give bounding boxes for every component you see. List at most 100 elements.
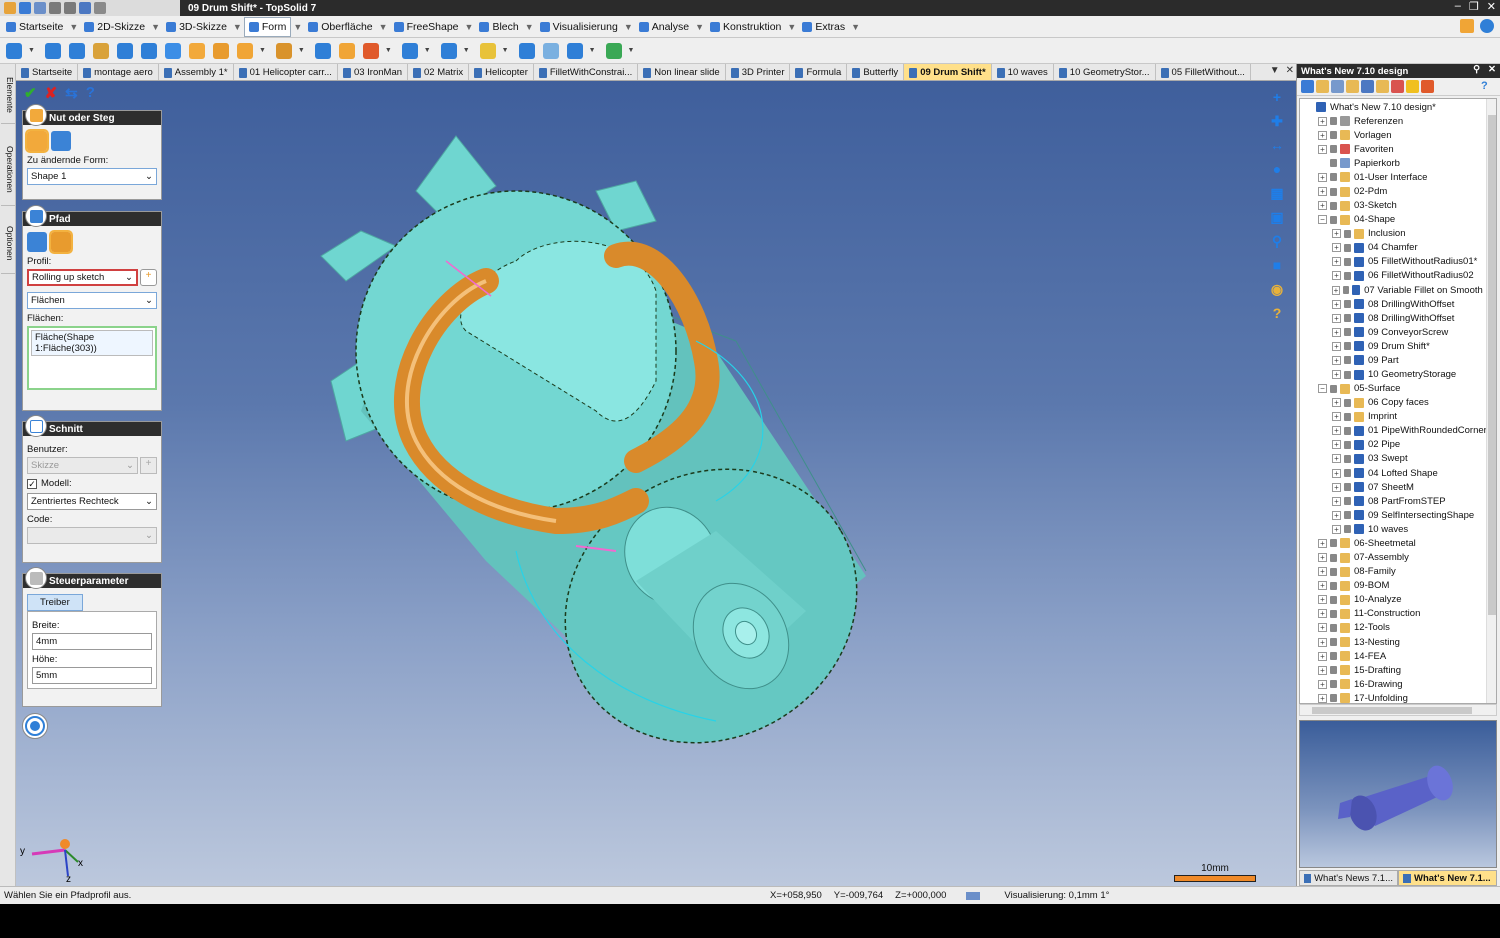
tree-node[interactable]: +04 Lofted Shape (1300, 466, 1496, 480)
menu-konstruktion[interactable]: Konstruktion (706, 17, 785, 37)
tree-toggle-icon[interactable]: + (1318, 116, 1327, 126)
tooltip-help-icon[interactable]: ? (1268, 305, 1286, 321)
hole-icon[interactable] (337, 41, 357, 61)
user-pick-icon[interactable]: + (140, 457, 157, 474)
tree-node[interactable]: +01-User Interface (1300, 170, 1496, 184)
tree-node[interactable]: − 04-Shape (1300, 213, 1496, 227)
doc-tab[interactable]: Formula (790, 64, 848, 80)
tree-toggle-icon[interactable]: + (1332, 510, 1341, 520)
tree-node[interactable]: − 05-Surface (1300, 382, 1496, 396)
tree-vertical-scrollbar[interactable] (1486, 99, 1496, 703)
axis-icon[interactable]: ✚ (1268, 113, 1286, 129)
tree-node[interactable]: +03 Swept (1300, 452, 1496, 466)
tree-toggle-icon[interactable]: + (1332, 299, 1341, 309)
doc-tab[interactable]: Helicopter (469, 64, 534, 80)
width-input[interactable]: 4mm (32, 633, 152, 650)
shape-cylinder-icon[interactable] (163, 41, 183, 61)
faces-mode-select[interactable]: Flächen ⌄ (27, 292, 157, 309)
menu-dropdown-icon[interactable]: ▼ (622, 22, 635, 32)
tree-toggle-icon[interactable]: + (1318, 553, 1327, 563)
restore-icon[interactable]: ❐ (1469, 0, 1479, 13)
tree-node[interactable]: +08 PartFromSTEP (1300, 494, 1496, 508)
doc-tab[interactable]: Assembly 1* (159, 64, 234, 80)
height-input[interactable]: 5mm (32, 667, 152, 684)
tree-toggle-icon[interactable]: + (1318, 187, 1327, 196)
tree-node[interactable]: + Favoriten (1300, 142, 1496, 156)
tree-toggle-icon[interactable]: + (1318, 567, 1327, 577)
tree-toggle-icon[interactable]: + (1318, 144, 1327, 154)
minimize-icon[interactable]: – (1455, 0, 1461, 13)
delete-icon[interactable] (1391, 80, 1404, 93)
tree-toggle-icon[interactable]: + (1332, 313, 1341, 323)
tree-toggle-icon[interactable]: + (1332, 341, 1341, 351)
split-icon[interactable] (517, 41, 537, 61)
menu-oberfl-che[interactable]: Oberfläche (304, 17, 376, 37)
tree-toggle-icon[interactable]: + (1332, 370, 1341, 380)
transform-icon[interactable] (565, 41, 585, 61)
tab-whats-news[interactable]: What's News 7.1... (1299, 870, 1398, 886)
rib-mode-icon[interactable] (51, 131, 71, 151)
doc-tab[interactable]: 3D Printer (726, 64, 791, 80)
tree-node[interactable]: +13-Nesting (1300, 635, 1496, 649)
tree-toggle-icon[interactable]: + (1318, 651, 1327, 661)
color-icon[interactable] (478, 41, 498, 61)
path-face-icon[interactable] (49, 230, 73, 254)
new-doc-icon[interactable] (1301, 80, 1314, 93)
render-icon[interactable]: ◉ (1268, 281, 1286, 297)
menu-dropdown-icon[interactable]: ▼ (67, 22, 80, 32)
tree-node[interactable]: +10 GeometryStorage (1300, 367, 1496, 381)
panel-section-header[interactable]: Schnitt (23, 415, 161, 437)
doc-tab[interactable]: Startseite (16, 64, 79, 80)
model-checkbox[interactable]: ✓ (27, 478, 37, 489)
new-folder-icon[interactable] (1316, 80, 1329, 93)
tree-toggle-icon[interactable]: + (1332, 229, 1341, 239)
tree-toggle-icon[interactable]: + (1332, 426, 1341, 436)
import-icon[interactable] (1331, 80, 1344, 93)
profile-select[interactable]: Rolling up sketch ⌄ (27, 269, 138, 286)
shape-select[interactable]: Shape 1 ⌄ (27, 168, 157, 185)
visualization-status[interactable]: Visualisierung: 0,1mm 1° (1004, 890, 1109, 901)
tree-node[interactable]: +01 PipeWithRoundedCorners (1300, 424, 1496, 438)
tree-toggle-icon[interactable]: + (1332, 496, 1341, 506)
tree-toggle-icon[interactable]: + (1332, 327, 1341, 337)
menu-visualisierung[interactable]: Visualisierung (536, 17, 622, 37)
tree-node[interactable]: +09 ConveyorScrew (1300, 325, 1496, 339)
tab-whats-new[interactable]: What's New 7.1... (1398, 870, 1497, 886)
menu-blech[interactable]: Blech (475, 17, 522, 37)
shape-loft-icon[interactable] (91, 41, 111, 61)
doc-tab[interactable]: 02 Matrix (408, 64, 470, 80)
sync-icon[interactable] (1421, 80, 1434, 93)
groove-icon[interactable] (187, 41, 207, 61)
shape-extrude-icon[interactable] (4, 41, 24, 61)
settings-tools-icon[interactable] (1460, 19, 1474, 33)
tab-list-icon[interactable]: ▼ (1270, 65, 1280, 76)
tree-node[interactable]: +04 Chamfer (1300, 241, 1496, 255)
link-icon[interactable] (1361, 80, 1374, 93)
tree-node[interactable]: +09-BOM (1300, 579, 1496, 593)
options-gear-icon[interactable] (22, 713, 48, 739)
doc-tab[interactable]: 05 FilletWithout... (1156, 64, 1251, 80)
tree-toggle-icon[interactable]: + (1332, 454, 1341, 464)
menu-dropdown-icon[interactable]: ▼ (149, 22, 162, 32)
shape-revolve-icon[interactable] (43, 41, 63, 61)
tab-options[interactable]: Optionen (1, 214, 15, 274)
tree-toggle-icon[interactable]: + (1332, 271, 1341, 281)
menu-dropdown-icon[interactable]: ▼ (231, 22, 244, 32)
tree-node[interactable]: Papierkorb (1300, 156, 1496, 170)
doc-tab[interactable]: 09 Drum Shift* (904, 64, 992, 80)
project-tree[interactable]: What's New 7.10 design* + Referenzen + Vorla… (1299, 98, 1497, 704)
tree-toggle-icon[interactable]: + (1318, 693, 1327, 703)
tree-toggle-icon[interactable]: + (1318, 581, 1327, 591)
shell-icon[interactable] (274, 41, 294, 61)
doc-tab[interactable]: 10 waves (992, 64, 1054, 80)
tree-toggle-icon[interactable]: + (1318, 623, 1327, 633)
menu-dropdown-icon[interactable]: ▼ (693, 22, 706, 32)
fillet-icon[interactable] (211, 41, 231, 61)
panel-params-header[interactable]: Steuerparameter (23, 567, 161, 589)
dimension-icon[interactable]: ↔ (1268, 137, 1286, 153)
close-icon[interactable]: ✕ (1487, 0, 1496, 13)
folder-open-icon[interactable] (1346, 80, 1359, 93)
tree-node[interactable]: +02 Pipe (1300, 438, 1496, 452)
app-menu-icon[interactable] (4, 2, 16, 14)
tree-toggle-icon[interactable]: − (1318, 215, 1327, 225)
